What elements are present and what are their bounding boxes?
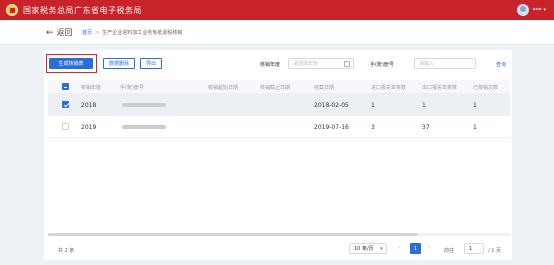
year-cell: 2019 [81, 124, 97, 131]
top-bar: 国家税务总局广东省电子税务局 *** ▾ [0, 0, 554, 20]
calendar-icon [344, 61, 350, 67]
breadcrumb: 首页 > 生产企业进料加工业务免抵退税核销 [82, 29, 182, 36]
tax-bureau-emblem-icon [6, 4, 18, 16]
user-menu[interactable]: *** ▾ [517, 4, 546, 16]
table-row[interactable]: 2018 2018-02-05 1 1 1 [48, 94, 510, 116]
verified-times-cell: 1 [473, 124, 477, 131]
breadcrumb-separator: > [95, 30, 100, 36]
redacted-handbook-number [122, 103, 166, 107]
page-size-value: 10 条/页 [354, 246, 374, 252]
back-label: 返回 [56, 28, 73, 37]
total-pages-label: / 1 页 [488, 248, 502, 254]
redacted-handbook-number [122, 125, 166, 129]
row-checkbox[interactable] [62, 123, 69, 130]
export-count-cell: 1 [422, 102, 426, 109]
close-date-cell: 2018-02-05 [314, 102, 349, 109]
table-row[interactable]: 2019 2019-07-16 3 37 1 [48, 116, 510, 138]
year-picker[interactable]: 请选择年份 [288, 58, 354, 69]
goto-label: 前往 [444, 248, 455, 254]
column-header: 出口报关单条数 [422, 85, 458, 91]
query-button[interactable]: 查询 [496, 61, 506, 68]
year-cell: 2018 [81, 102, 97, 109]
export-button[interactable]: 导出 [140, 58, 162, 69]
next-page-icon[interactable]: › [428, 244, 430, 251]
table-header: 核销年度 手(账)册号 核销起始日期 核销截止日期 结案日期 进口报关单条数 出… [48, 80, 510, 94]
site-title: 国家税务总局广东省电子税务局 [23, 5, 142, 15]
scrollbar-thumb[interactable] [48, 233, 418, 236]
verified-times-cell: 1 [473, 102, 477, 109]
column-header: 已核销次数 [473, 85, 499, 91]
chevron-down-icon: ▼ [379, 246, 383, 251]
generate-verification-table-button[interactable]: 生成核销表 [49, 58, 93, 69]
year-filter-label: 核销年度 [260, 62, 281, 68]
breadcrumb-home-link[interactable]: 首页 [82, 30, 92, 36]
current-page-button[interactable]: 1 [410, 243, 421, 254]
column-header: 核销截止日期 [260, 85, 291, 91]
page-size-select[interactable]: 10 条/页 ▼ [349, 243, 387, 254]
column-header: 核销年度 [81, 85, 102, 91]
column-header: 手(账)册号 [120, 85, 144, 91]
import-count-cell: 1 [371, 102, 375, 109]
row-checkbox[interactable] [62, 101, 69, 108]
delete-data-button[interactable]: 数据删除 [103, 58, 135, 69]
handbook-number-input[interactable]: 请输入 [414, 58, 476, 69]
handbook-placeholder: 请输入 [419, 61, 435, 67]
chevron-down-icon: ▾ [543, 7, 546, 13]
breadcrumb-bar: ← 返回 首页 > 生产企业进料加工业务免抵退税核销 [0, 20, 554, 45]
back-button[interactable]: ← 返回 [46, 27, 73, 38]
export-count-cell: 37 [422, 124, 430, 131]
user-name: *** [532, 6, 542, 14]
close-date-cell: 2019-07-16 [314, 124, 349, 131]
horizontal-scrollbar[interactable] [48, 233, 510, 236]
column-header: 结案日期 [314, 85, 335, 91]
column-header: 进口报关单条数 [371, 85, 407, 91]
avatar [517, 4, 530, 16]
year-placeholder: 请选择年份 [293, 61, 319, 67]
breadcrumb-current: 生产企业进料加工业务免抵退税核销 [102, 30, 183, 36]
prev-page-icon[interactable]: ‹ [398, 244, 400, 251]
select-all-checkbox[interactable] [62, 83, 69, 90]
handbook-filter-label: 手(账)册号 [370, 62, 394, 68]
main-panel: 生成核销表 数据删除 导出 核销年度 请选择年份 手(账)册号 请输入 查询 核… [44, 50, 512, 260]
import-count-cell: 3 [371, 124, 375, 131]
goto-page-input[interactable]: 1 [464, 243, 484, 254]
arrow-left-icon: ← [46, 27, 54, 38]
column-header: 核销起始日期 [208, 85, 239, 91]
total-count: 共 2 条 [58, 248, 75, 254]
